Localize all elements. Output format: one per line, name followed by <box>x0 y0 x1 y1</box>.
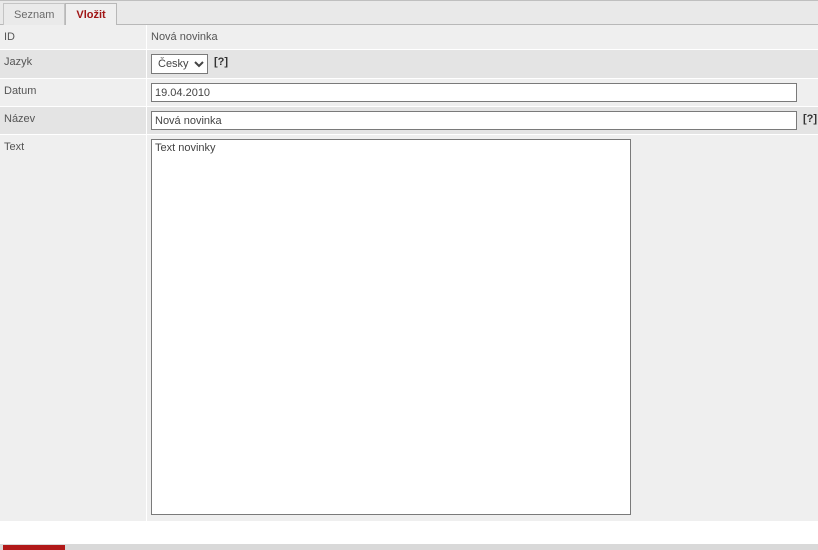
row-name: Název [?] <box>0 107 818 135</box>
form: ID Nová novinka Jazyk Česky [?] Datum Ná… <box>0 25 818 522</box>
tab-seznam[interactable]: Seznam <box>3 3 65 25</box>
row-text: Text Text novinky <box>0 135 818 522</box>
help-language-icon[interactable]: [?] <box>214 54 228 68</box>
label-id: ID <box>0 25 147 49</box>
row-language: Jazyk Česky [?] <box>0 50 818 79</box>
label-date: Datum <box>0 79 147 106</box>
date-input[interactable] <box>151 83 797 102</box>
label-text: Text <box>0 135 147 521</box>
value-id: Nová novinka <box>151 29 218 43</box>
footer-spacer <box>0 522 818 544</box>
text-textarea[interactable]: Text novinky <box>151 139 631 515</box>
row-id: ID Nová novinka <box>0 25 818 50</box>
label-language: Jazyk <box>0 50 147 78</box>
tab-vlozit[interactable]: Vložit <box>65 3 116 25</box>
tab-bar: Seznam Vložit <box>0 1 818 25</box>
row-date: Datum <box>0 79 818 107</box>
label-name: Název <box>0 107 147 134</box>
name-input[interactable] <box>151 111 797 130</box>
submit-button-partial[interactable] <box>3 545 65 550</box>
help-name-icon[interactable]: [?] <box>803 111 817 125</box>
language-select[interactable]: Česky <box>151 54 208 74</box>
footer-bar <box>0 544 818 550</box>
